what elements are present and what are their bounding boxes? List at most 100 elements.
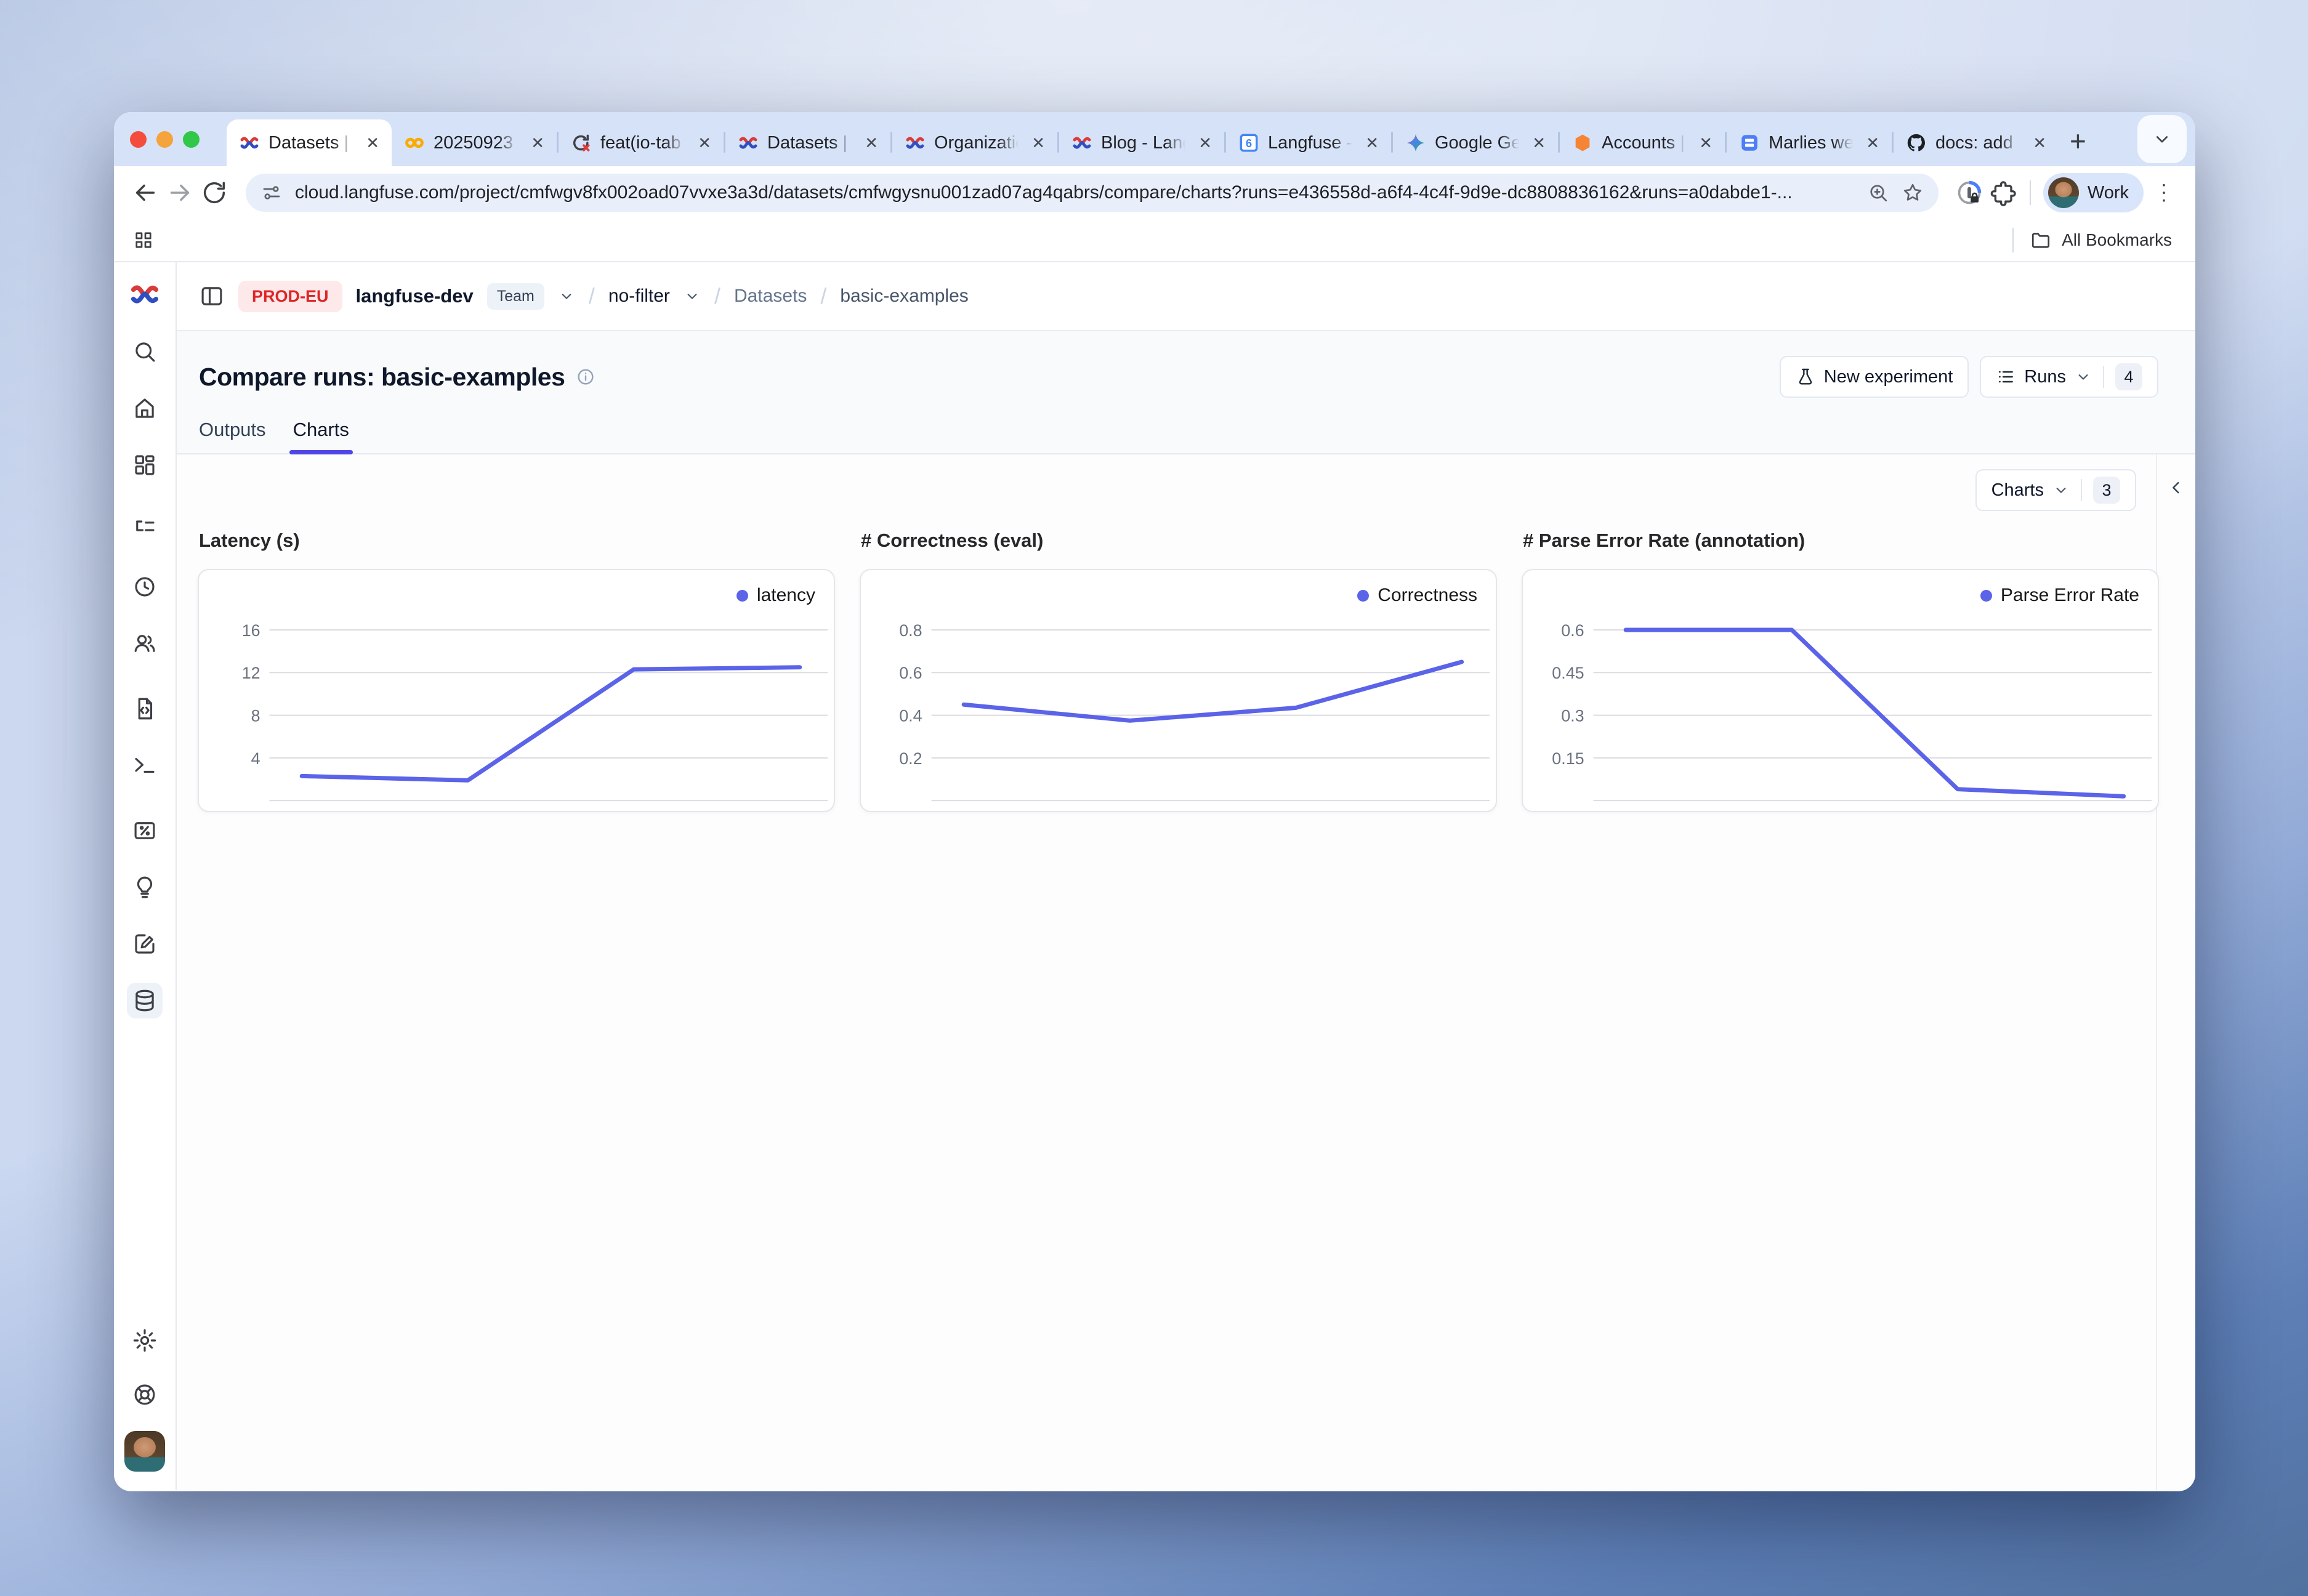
browser-tab[interactable]: Datasets | L✕ [725, 119, 890, 166]
sidebar-item-insights[interactable] [127, 869, 163, 905]
site-settings-icon[interactable] [260, 182, 283, 204]
close-tab-icon[interactable]: ✕ [363, 132, 382, 154]
close-tab-icon[interactable]: ✕ [862, 132, 881, 154]
runs-label: Runs [2024, 367, 2066, 387]
forward-button[interactable] [166, 179, 194, 207]
browser-tab[interactable]: Google Ge✕ [1393, 119, 1558, 166]
zoom-window-button[interactable] [183, 131, 200, 148]
browser-tab[interactable]: 20250923 ✕ [392, 119, 557, 166]
all-bookmarks-button[interactable]: All Bookmarks [2006, 228, 2172, 252]
tab-search-button[interactable] [2137, 115, 2187, 163]
browser-menu-icon[interactable] [2150, 179, 2178, 207]
sidebar-item-users[interactable] [127, 626, 163, 661]
tab-outputs[interactable]: Outputs [199, 419, 266, 453]
bookmarks-bar: All Bookmarks [114, 219, 2195, 262]
new-experiment-label: New experiment [1824, 367, 1953, 387]
sidebar-item-datasets[interactable] [127, 983, 163, 1018]
password-extension-icon[interactable] [1956, 179, 1983, 206]
browser-tab[interactable]: docs: add✕ [1894, 119, 2059, 166]
org-switcher-chevron-icon[interactable] [558, 288, 575, 305]
blue-doc-favicon [1739, 132, 1760, 153]
sidebar-item-annotation[interactable] [127, 926, 163, 962]
sidebar-item-search[interactable] [127, 334, 163, 369]
sidebar-item-prompts[interactable] [127, 691, 163, 727]
svg-text:8: 8 [251, 707, 260, 725]
langfuse-favicon [738, 132, 759, 153]
sidebar-item-dashboards[interactable] [127, 447, 163, 483]
breadcrumb-slash: / [714, 283, 720, 309]
svg-text:0.6: 0.6 [1561, 621, 1584, 640]
browser-tab[interactable]: 6Langfuse -✕ [1226, 119, 1391, 166]
playground-icon [132, 752, 158, 778]
close-tab-icon[interactable]: ✕ [1530, 132, 1548, 154]
profile-chip[interactable]: Work [2043, 173, 2144, 212]
close-tab-icon[interactable]: ✕ [1196, 132, 1214, 154]
chevron-down-icon [2152, 129, 2173, 150]
close-tab-icon[interactable]: ✕ [2030, 132, 2049, 154]
browser-window: Datasets | L✕20250923✕feat(io-tab✕Datase… [114, 112, 2195, 1491]
breadcrumb-current-item[interactable]: basic-examples [840, 286, 968, 307]
sidebar-item-settings[interactable] [127, 1323, 163, 1358]
tab-title: 20250923 [434, 133, 520, 153]
chart-latency: Latency (s) latency 481216 [198, 530, 835, 812]
browser-tab[interactable]: Blog - Lang✕ [1059, 119, 1224, 166]
apps-grid-icon[interactable] [132, 229, 155, 251]
sidebar-item-playground[interactable] [127, 748, 163, 783]
back-button[interactable] [131, 179, 159, 207]
runs-dropdown-button[interactable]: Runs 4 [1980, 356, 2158, 398]
langfuse-logo-icon[interactable] [127, 278, 163, 310]
zoom-icon[interactable] [1867, 182, 1889, 204]
dashboards-icon [132, 452, 158, 478]
bookmark-star-icon[interactable] [1902, 182, 1924, 204]
new-tab-button[interactable]: + [2070, 127, 2086, 155]
url-text[interactable]: cloud.langfuse.com/project/cmfwgv8fx002o… [295, 182, 1855, 203]
sidebar-item-support[interactable] [127, 1377, 163, 1413]
info-icon[interactable] [576, 367, 595, 387]
close-tab-icon[interactable]: ✕ [1029, 132, 1047, 154]
close-tab-icon[interactable]: ✕ [1363, 132, 1381, 154]
breadcrumb-datasets-link[interactable]: Datasets [734, 286, 807, 307]
close-tab-icon[interactable]: ✕ [1697, 132, 1715, 154]
project-name[interactable]: no-filter [608, 286, 670, 307]
svg-text:0.2: 0.2 [899, 749, 922, 768]
browser-tab[interactable]: feat(io-tab✕ [559, 119, 724, 166]
extensions-icon[interactable] [1989, 179, 2017, 207]
minimize-window-button[interactable] [156, 131, 173, 148]
chart-card: Parse Error Rate 0.150.30.450.6 [1522, 569, 2159, 812]
colab-favicon [404, 132, 425, 153]
sidebar-item-tracing[interactable] [127, 512, 163, 548]
new-experiment-button[interactable]: New experiment [1780, 356, 1969, 398]
browser-tab[interactable]: Accounts |✕ [1560, 119, 1725, 166]
runs-count-badge: 4 [2115, 363, 2142, 390]
svg-text:0.45: 0.45 [1552, 664, 1584, 682]
svg-text:6: 6 [1246, 137, 1252, 150]
github-favicon [1906, 132, 1927, 153]
browser-tab[interactable]: Datasets | L✕ [227, 119, 392, 166]
svg-text:16: 16 [242, 621, 260, 640]
chart-title: # Parse Error Rate (annotation) [1523, 530, 2159, 552]
user-avatar[interactable] [124, 1431, 165, 1472]
sidebar-item-home[interactable] [127, 390, 163, 426]
reload-button[interactable] [200, 179, 228, 207]
org-plan-badge: Team [487, 283, 544, 310]
line-chart: 0.20.40.60.8 [861, 570, 1496, 811]
environment-badge: PROD-EU [238, 281, 342, 312]
close-window-button[interactable] [130, 131, 147, 148]
sidebar-item-sessions[interactable] [127, 569, 163, 605]
close-tab-icon[interactable]: ✕ [528, 132, 547, 154]
tab-charts[interactable]: Charts [293, 419, 349, 453]
datasets-icon [132, 988, 158, 1014]
address-bar[interactable]: cloud.langfuse.com/project/cmfwgv8fx002o… [246, 174, 1939, 212]
close-tab-icon[interactable]: ✕ [695, 132, 714, 154]
langfuse-app: PROD-EU langfuse-dev Team / no-filter / … [114, 262, 2195, 1490]
close-tab-icon[interactable]: ✕ [1863, 132, 1882, 154]
sidebar-toggle-icon[interactable] [199, 283, 225, 309]
collapse-panel-icon[interactable] [2166, 478, 2186, 498]
charts-selector-button[interactable]: Charts 3 [1975, 469, 2136, 511]
evaluation-icon [132, 818, 158, 844]
org-name[interactable]: langfuse-dev [356, 285, 474, 307]
project-switcher-chevron-icon[interactable] [684, 288, 701, 305]
sidebar-item-evaluation[interactable] [127, 813, 163, 848]
browser-tab[interactable]: Marlies we✕ [1727, 119, 1892, 166]
browser-tab[interactable]: Organizatio✕ [892, 119, 1057, 166]
